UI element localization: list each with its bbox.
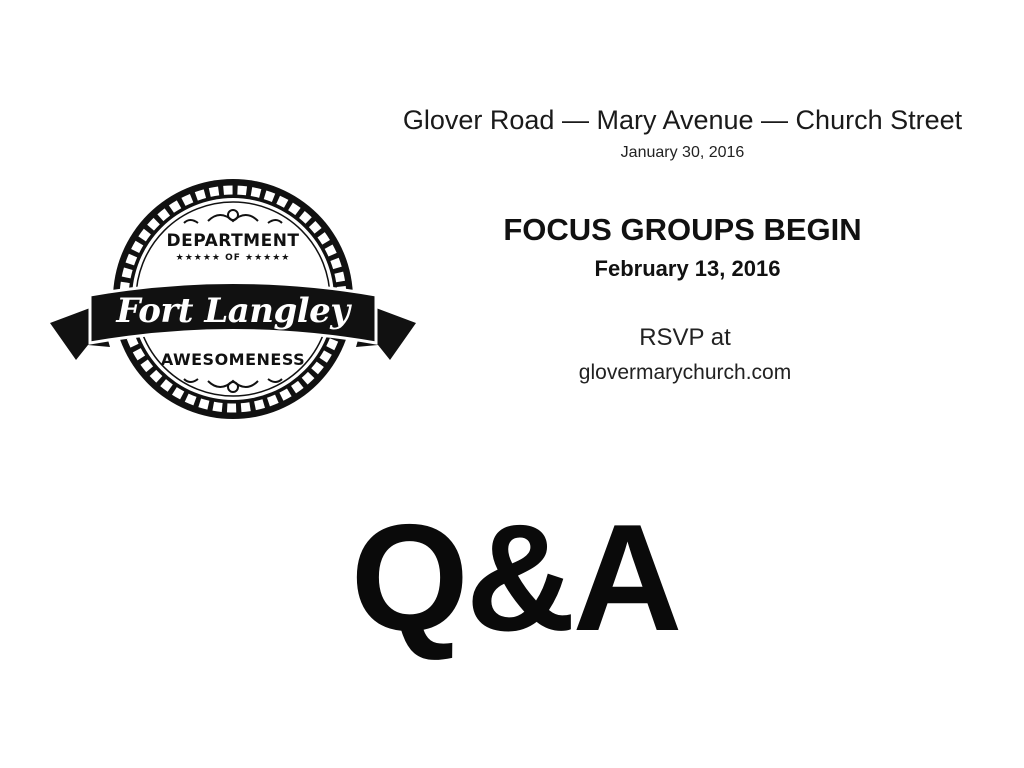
department-badge-logo: DEPARTMENT ★★★★★ OF ★★★★★ Fort Langley A… [48, 175, 418, 425]
meeting-date: January 30, 2016 [620, 144, 745, 161]
badge-ribbon-text: Fort Langley [116, 291, 350, 331]
badge-bottom-text: AWESOMENESS [160, 350, 306, 369]
rsvp-website: glovermarychurch.com [578, 361, 792, 384]
qa-title: Q&A [350, 493, 683, 663]
focus-groups-headline: FOCUS GROUPS BEGIN [503, 212, 862, 247]
slide: DEPARTMENT ★★★★★ OF ★★★★★ Fort Langley A… [0, 0, 1024, 768]
streets-heading: Glover Road — Mary Avenue — Church Stree… [402, 105, 963, 135]
focus-groups-date: February 13, 2016 [594, 256, 781, 281]
badge-of-text: ★★★★★ OF ★★★★★ [175, 253, 291, 263]
badge-top-text: DEPARTMENT [166, 231, 300, 251]
rsvp-label: RSVP at [639, 324, 731, 351]
